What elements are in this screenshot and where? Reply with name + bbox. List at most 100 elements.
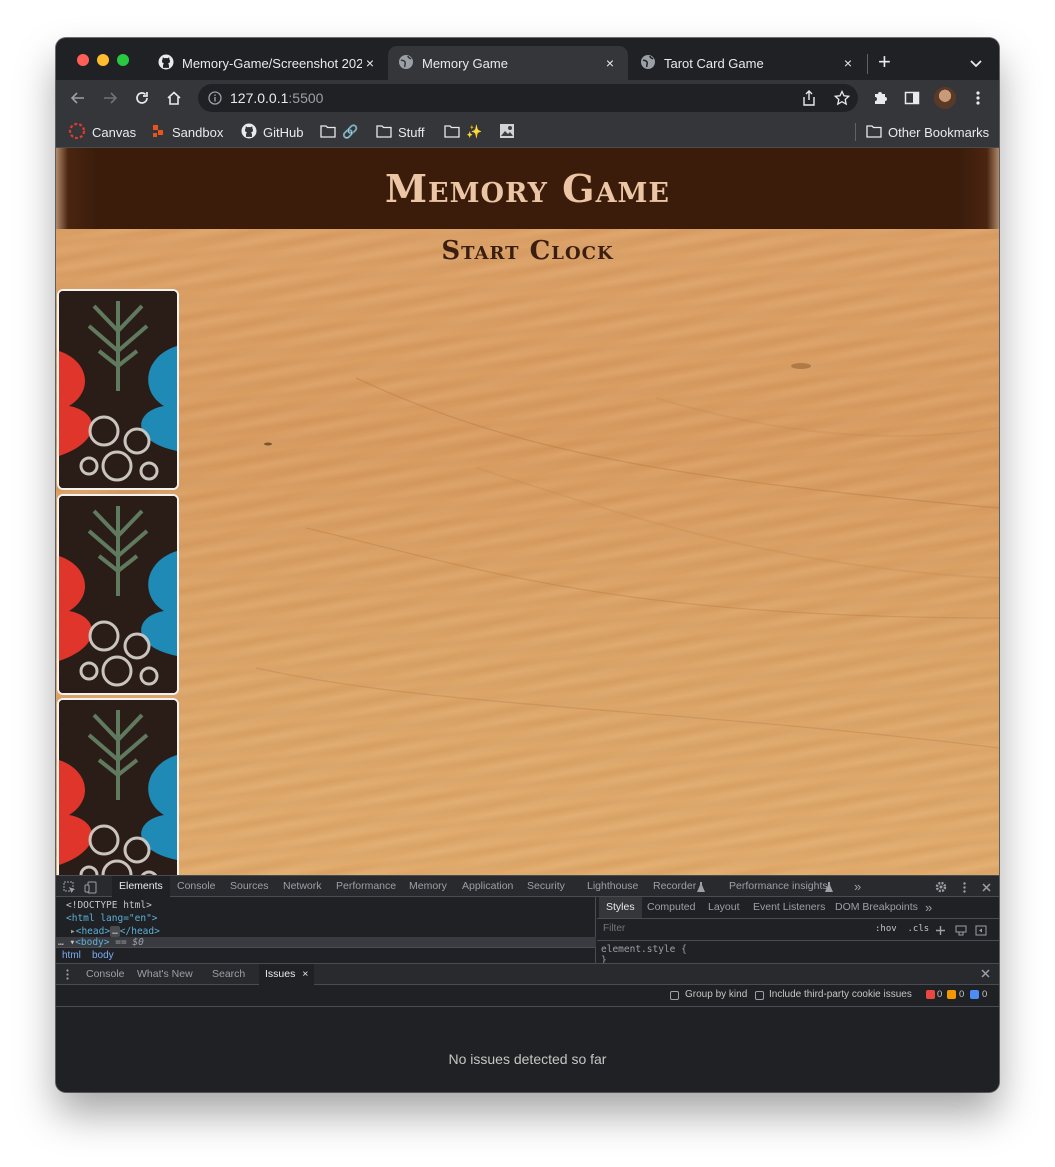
hov-cls-toggles[interactable]: :hov .cls [875,924,929,934]
minimize-window-button[interactable] [97,54,109,66]
tab-console[interactable]: Console [177,876,216,897]
inspect-element-icon[interactable] [62,880,76,894]
address-bar[interactable]: 127.0.0.1:5500 [198,84,858,112]
extensions-puzzle-icon[interactable] [870,88,890,108]
tab-memory[interactable]: Memory [409,876,447,897]
close-tab-icon[interactable]: × [840,55,856,71]
bookmark-other-bookmarks[interactable]: Other Bookmarks [866,116,989,148]
browser-window: Memory-Game/Screenshot 202 × Memory Game… [56,38,999,1092]
close-window-button[interactable] [77,54,89,66]
bookmark-canvas[interactable]: Canvas [68,116,136,148]
kebab-menu-icon[interactable] [968,88,988,108]
bookmark-label: Stuff [398,124,425,140]
more-style-tabs-button[interactable]: » [925,897,932,918]
toggle-color-format-icon[interactable] [955,923,967,941]
drawer-tab-issues-label: Issues [265,968,296,980]
memory-card[interactable] [57,494,179,695]
tab-dom-breakpoints[interactable]: DOM Breakpoints [835,897,918,918]
bookmark-image[interactable] [499,116,515,148]
tab-elements[interactable]: Elements [112,876,170,897]
close-tab-icon[interactable]: × [602,55,618,71]
github-icon [158,54,174,73]
side-panel-icon[interactable] [902,88,922,108]
experimental-flask-icon [822,880,836,894]
html-tag-line[interactable]: <html lang="en"> [66,913,158,924]
tab-security[interactable]: Security [527,876,565,897]
bookmark-folder-stuff[interactable]: Stuff [376,116,425,148]
close-drawer-icon[interactable] [981,969,990,981]
new-style-rule-icon[interactable] [935,923,946,941]
breadcrumb-body[interactable]: body [92,950,114,961]
elements-dom-tree: <!DOCTYPE html> <html lang="en"> ▸<head>… [56,897,596,963]
group-by-kind-checkbox[interactable] [670,991,679,1000]
memory-card[interactable] [57,698,179,875]
tab-recorder[interactable]: Recorder [653,876,696,897]
tab-memory-game[interactable]: Memory Game × [388,46,628,80]
tab-title: Memory Game [422,55,508,71]
tab-application[interactable]: Application [462,876,513,897]
tab-performance[interactable]: Performance [336,876,396,897]
memory-card[interactable] [57,289,179,490]
tab-computed[interactable]: Computed [647,897,695,918]
forward-arrow-icon[interactable] [100,88,120,108]
devtools-menu-icon[interactable] [957,880,971,894]
globe-icon [398,54,414,73]
third-party-cookie-checkbox[interactable] [755,991,764,1000]
drawer-tab-search[interactable]: Search [212,964,245,985]
experimental-flask-icon [694,880,708,894]
bookmark-folder-sparkles[interactable]: ✨ [444,116,482,148]
error-count-icon [926,990,935,999]
head-tag-line[interactable]: ▸<head>… </head> [70,926,160,937]
globe-icon [640,54,656,73]
more-tabs-button[interactable]: » [854,876,861,897]
computed-sidebar-icon[interactable] [975,923,987,941]
device-toolbar-icon[interactable] [83,880,97,894]
github-icon [241,123,257,142]
bookmark-label: ✨ [466,124,483,139]
warning-count: 0 [959,989,965,1000]
bookmark-folder-link[interactable]: 🔗 [320,116,358,148]
home-icon[interactable] [164,88,184,108]
drawer-tab-whats-new[interactable]: What's New [137,964,193,985]
info-icon[interactable] [208,91,222,110]
new-tab-button[interactable]: + [878,51,891,73]
close-devtools-icon[interactable] [979,880,993,894]
tab-tarot-card-game[interactable]: Tarot Card Game × [630,46,866,80]
element-style-rule[interactable]: element.style { [601,944,687,955]
settings-gear-icon[interactable] [934,880,948,894]
drawer-tab-issues[interactable]: Issues × [259,964,315,985]
tab-layout[interactable]: Layout [708,897,740,918]
back-arrow-icon[interactable] [68,88,88,108]
bookmark-star-icon[interactable] [833,89,851,111]
tab-network[interactable]: Network [283,876,322,897]
close-issues-tab-icon[interactable]: × [302,968,308,980]
start-clock-button[interactable]: Start Clock [56,236,999,266]
tab-lighthouse[interactable]: Lighthouse [587,876,638,897]
url-text: 127.0.0.1:5500 [230,90,323,106]
bookmark-github[interactable]: GitHub [241,116,303,148]
breadcrumb-html[interactable]: html [62,950,81,961]
styles-filter-input[interactable] [603,923,843,934]
card-back-art [59,496,177,693]
bookmark-label: 🔗 [342,124,359,139]
bookmark-sandbox[interactable]: Sandbox [152,116,223,148]
drawer-tab-console[interactable]: Console [86,964,125,985]
close-tab-icon[interactable]: × [362,55,378,71]
share-icon[interactable] [802,90,816,111]
tab-styles[interactable]: Styles [599,897,642,918]
profile-avatar[interactable] [934,87,956,109]
devtools-panel: Elements Console Sources Network Perform… [56,875,999,1092]
chevron-down-icon[interactable] [970,55,982,73]
drawer-menu-icon[interactable] [66,969,69,983]
card-back-art [59,291,177,488]
sandbox-icon [152,124,166,141]
tab-event-listeners[interactable]: Event Listeners [753,897,825,918]
tab-performance-insights[interactable]: Performance insights [729,876,828,897]
bookmark-label: Canvas [92,124,137,140]
tab-sources[interactable]: Sources [230,876,269,897]
tab-github-screenshot[interactable]: Memory-Game/Screenshot 202 × [148,46,388,80]
reload-icon[interactable] [132,88,152,108]
canvas-icon [68,122,86,143]
zoom-window-button[interactable] [117,54,129,66]
bookmark-separator [855,123,856,141]
